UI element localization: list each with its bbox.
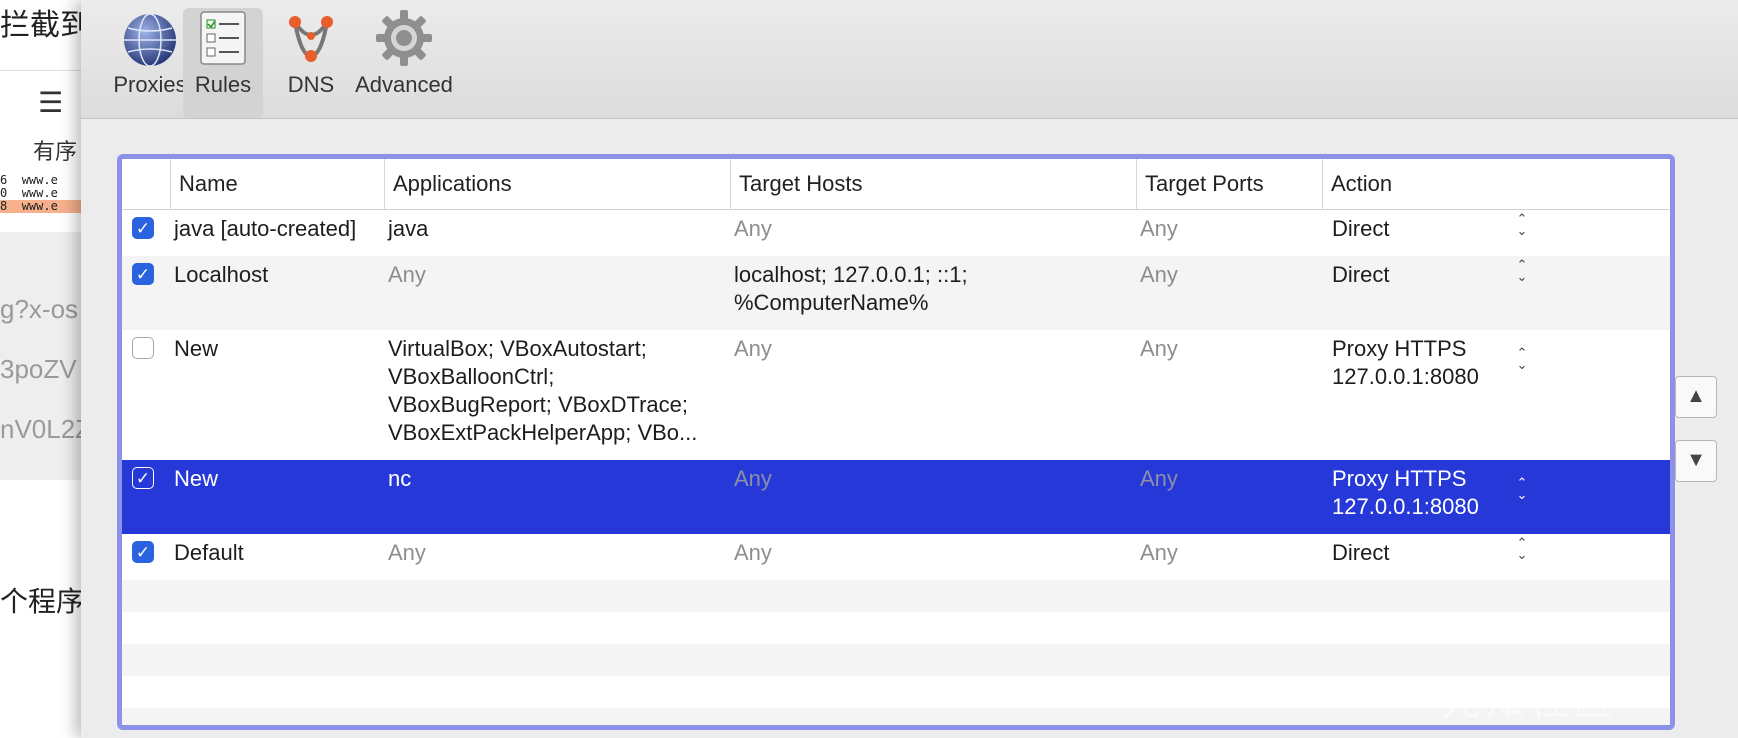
empty-row bbox=[122, 644, 1670, 676]
rule-action[interactable]: Proxy HTTPS 127.0.0.1:8080 bbox=[1332, 335, 1479, 391]
dns-network-icon bbox=[289, 16, 333, 62]
tab-rules[interactable]: Rules bbox=[183, 8, 263, 118]
table-row[interactable]: ✓ New VirtualBox; VBoxAutostart; VBoxBal… bbox=[122, 330, 1670, 460]
rules-list-icon bbox=[200, 11, 246, 65]
column-header-name[interactable]: Name bbox=[170, 159, 384, 209]
empty-row bbox=[122, 612, 1670, 644]
tab-label: DNS bbox=[287, 72, 335, 97]
code-line: g?x-os bbox=[0, 294, 79, 324]
rule-enabled-checkbox[interactable]: ✓ bbox=[132, 467, 154, 489]
rule-target-ports: Any bbox=[1140, 466, 1178, 491]
rule-applications: Any bbox=[388, 262, 426, 287]
rule-name: java [auto-created] bbox=[174, 216, 357, 241]
rule-name: Default bbox=[174, 540, 244, 565]
rule-target-ports: Any bbox=[1140, 216, 1178, 241]
action-stepper-icon[interactable]: ⌃ ⌄ bbox=[1512, 259, 1532, 286]
action-stepper-icon[interactable]: ⌃ ⌄ bbox=[1512, 537, 1532, 564]
rule-target-ports: Any bbox=[1140, 336, 1178, 361]
preferences-window: Proxies Rules DNS Advanced Name Applicat… bbox=[81, 0, 1738, 738]
column-header-enabled[interactable] bbox=[122, 159, 170, 209]
background-title: 拦截到 bbox=[0, 9, 90, 42]
code-line: nV0L2Z bbox=[0, 414, 92, 444]
rule-enabled-checkbox[interactable]: ✓ bbox=[132, 263, 154, 285]
watermark: 先知社区 bbox=[1441, 679, 1617, 723]
column-header-action[interactable]: Action bbox=[1322, 159, 1648, 209]
column-header-applications[interactable]: Applications bbox=[384, 159, 730, 209]
tab-label: Advanced bbox=[355, 72, 453, 97]
empty-row bbox=[122, 676, 1670, 708]
tab-advanced[interactable]: Advanced bbox=[349, 8, 459, 118]
code-line: 3poZV bbox=[0, 354, 77, 384]
tab-dns[interactable]: DNS bbox=[271, 8, 351, 118]
rule-applications: nc bbox=[388, 466, 412, 491]
rule-action[interactable]: Proxy HTTPS 127.0.0.1:8080 bbox=[1332, 465, 1479, 521]
rule-enabled-checkbox[interactable]: ✓ bbox=[132, 217, 154, 239]
move-rule-up-button[interactable]: ▲ bbox=[1675, 376, 1717, 418]
rule-target-hosts: Any bbox=[734, 466, 772, 491]
rules-table[interactable]: Name Applications Target Hosts Target Po… bbox=[117, 154, 1675, 730]
rule-target-hosts: Any bbox=[734, 216, 772, 241]
tab-label: Rules bbox=[194, 72, 252, 97]
ordered-list-icon[interactable]: ☰ bbox=[38, 86, 63, 119]
move-rule-down-button[interactable]: ▼ bbox=[1675, 440, 1717, 482]
rule-target-hosts: Any bbox=[734, 336, 772, 361]
rule-applications: Any bbox=[388, 540, 426, 565]
globe-icon bbox=[124, 13, 176, 67]
table-row[interactable]: ✓ Localhost Any localhost; 127.0.0.1; ::… bbox=[122, 256, 1670, 330]
rule-target-ports: Any bbox=[1140, 540, 1178, 565]
table-row-selected[interactable]: ✓ New nc Any Any Proxy HTTPS 127.0.0.1:8… bbox=[122, 460, 1670, 534]
program-text: 个程序 bbox=[0, 586, 85, 617]
rule-target-hosts: Any bbox=[734, 540, 772, 565]
rule-enabled-checkbox[interactable]: ✓ bbox=[132, 541, 154, 563]
action-type: Proxy HTTPS bbox=[1332, 466, 1467, 491]
table-row[interactable]: ✓ java [auto-created] java Any Any Direc… bbox=[122, 210, 1670, 256]
action-stepper-icon[interactable]: ⌃ ⌄ bbox=[1512, 347, 1532, 374]
rule-applications: VirtualBox; VBoxAutostart; VBoxBalloonCt… bbox=[388, 336, 698, 445]
column-header-target-ports[interactable]: Target Ports bbox=[1136, 159, 1322, 209]
empty-row bbox=[122, 580, 1670, 612]
action-proxy-address: 127.0.0.1:8080 bbox=[1332, 494, 1479, 519]
rule-target-hosts: localhost; 127.0.0.1; ::1; %ComputerName… bbox=[734, 262, 968, 315]
gear-icon bbox=[376, 10, 432, 66]
action-type: Proxy HTTPS bbox=[1332, 336, 1467, 361]
rule-target-ports: Any bbox=[1140, 262, 1178, 287]
rule-action[interactable]: Direct bbox=[1332, 215, 1389, 243]
rule-name: New bbox=[174, 466, 219, 491]
action-stepper-icon[interactable]: ⌃ ⌄ bbox=[1512, 477, 1532, 504]
rule-action[interactable]: Direct bbox=[1332, 539, 1389, 567]
empty-row bbox=[122, 708, 1670, 725]
action-stepper-icon[interactable]: ⌃ ⌄ bbox=[1512, 213, 1532, 240]
action-proxy-address: 127.0.0.1:8080 bbox=[1332, 364, 1479, 389]
ordered-list-label: 有序 bbox=[33, 139, 78, 164]
table-row[interactable]: ✓ Default Any Any Any Direct ⌃ ⌄ bbox=[122, 534, 1670, 580]
rule-enabled-checkbox[interactable]: ✓ bbox=[132, 337, 154, 359]
rule-name: Localhost bbox=[174, 262, 269, 287]
rule-action[interactable]: Direct bbox=[1332, 261, 1389, 289]
rule-applications: java bbox=[388, 216, 429, 241]
preferences-toolbar: Proxies Rules DNS Advanced bbox=[81, 0, 1738, 119]
column-header-target-hosts[interactable]: Target Hosts bbox=[730, 159, 1136, 209]
rule-name: New bbox=[174, 336, 219, 361]
table-header: Name Applications Target Hosts Target Po… bbox=[122, 159, 1670, 210]
